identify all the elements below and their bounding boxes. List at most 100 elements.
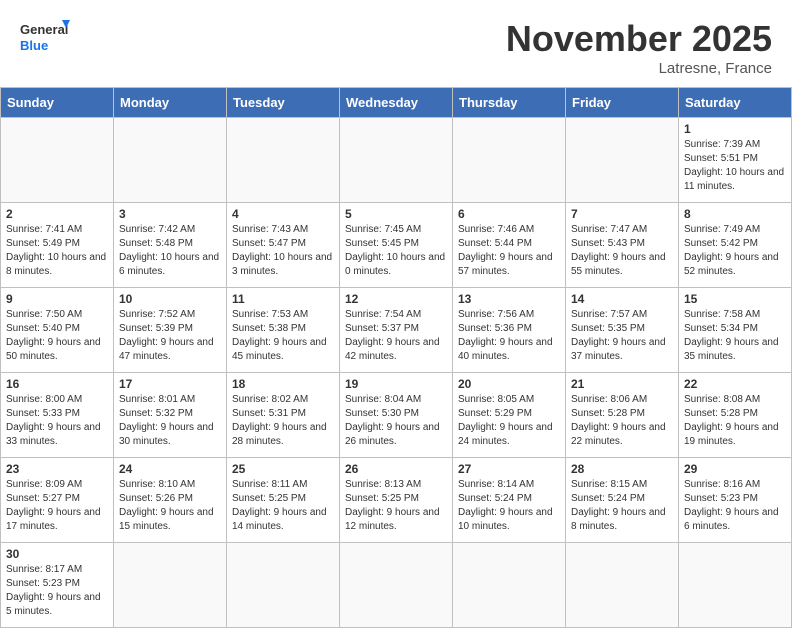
location-subtitle: Latresne, France <box>506 60 772 77</box>
calendar-cell <box>566 118 679 203</box>
day-info: Sunrise: 8:01 AMSunset: 5:32 PMDaylight:… <box>119 393 221 449</box>
calendar-cell: 9Sunrise: 7:50 AMSunset: 5:40 PMDaylight… <box>1 288 114 373</box>
day-info: Sunrise: 7:39 AMSunset: 5:51 PMDaylight:… <box>684 138 786 194</box>
day-number: 2 <box>6 207 108 221</box>
calendar-cell: 21 Sunrise: 8:06 AMSunset: 5:28 PMDayligh… <box>566 373 679 458</box>
logo: General Blue <box>20 18 70 58</box>
calendar-week-row: 23 Sunrise: 8:09 AMSunset: 5:27 PMDayligh… <box>1 458 792 543</box>
day-number: 27 <box>458 462 560 476</box>
calendar-cell <box>340 543 453 628</box>
day-of-week-header: Friday <box>566 88 679 118</box>
calendar-cell: 5 Sunrise: 7:45 AMSunset: 5:45 PMDaylight… <box>340 203 453 288</box>
day-info: Sunrise: 8:06 AMSunset: 5:28 PMDaylight:… <box>571 393 673 449</box>
day-of-week-header: Saturday <box>679 88 792 118</box>
calendar-cell: 2 Sunrise: 7:41 AMSunset: 5:49 PMDaylight… <box>1 203 114 288</box>
day-number: 24 <box>119 462 221 476</box>
day-number: 15 <box>684 292 786 306</box>
day-info: Sunrise: 7:54 AMSunset: 5:37 PMDaylight:… <box>345 308 447 364</box>
day-number: 10 <box>119 292 221 306</box>
day-of-week-header: Wednesday <box>340 88 453 118</box>
day-number: 4 <box>232 207 334 221</box>
calendar-cell <box>566 543 679 628</box>
day-info: Sunrise: 7:49 AMSunset: 5:42 PMDaylight:… <box>684 223 786 279</box>
day-info: Sunrise: 8:09 AMSunset: 5:27 PMDaylight:… <box>6 478 108 534</box>
calendar-cell <box>453 543 566 628</box>
day-info: Sunrise: 7:45 AMSunset: 5:45 PMDaylight:… <box>345 223 447 279</box>
day-info: Sunrise: 7:46 AMSunset: 5:44 PMDaylight:… <box>458 223 560 279</box>
day-info: Sunrise: 7:41 AMSunset: 5:49 PMDaylight:… <box>6 223 108 279</box>
calendar-cell <box>1 118 114 203</box>
calendar-cell: 13 Sunrise: 7:56 AMSunset: 5:36 PMDayligh… <box>453 288 566 373</box>
day-number: 6 <box>458 207 560 221</box>
day-number: 23 <box>6 462 108 476</box>
day-of-week-header: Monday <box>114 88 227 118</box>
day-info: Sunrise: 7:53 AMSunset: 5:38 PMDaylight:… <box>232 308 334 364</box>
day-info: Sunrise: 8:02 AMSunset: 5:31 PMDaylight:… <box>232 393 334 449</box>
calendar-cell: 6 Sunrise: 7:46 AMSunset: 5:44 PMDaylight… <box>453 203 566 288</box>
day-info: Sunrise: 8:16 AMSunset: 5:23 PMDaylight:… <box>684 478 786 534</box>
day-info: Sunrise: 7:56 AMSunset: 5:36 PMDaylight:… <box>458 308 560 364</box>
calendar-cell: 4 Sunrise: 7:43 AMSunset: 5:47 PMDaylight… <box>227 203 340 288</box>
day-number: 21 <box>571 377 673 391</box>
calendar-cell: 28Sunrise: 8:15 AMSunset: 5:24 PMDayligh… <box>566 458 679 543</box>
day-info: Sunrise: 7:43 AMSunset: 5:47 PMDaylight:… <box>232 223 334 279</box>
day-info: Sunrise: 8:00 AMSunset: 5:33 PMDaylight:… <box>6 393 108 449</box>
calendar-cell: 27 Sunrise: 8:14 AMSunset: 5:24 PMDayligh… <box>453 458 566 543</box>
calendar-cell: 26Sunrise: 8:13 AMSunset: 5:25 PMDayligh… <box>340 458 453 543</box>
day-of-week-header: Tuesday <box>227 88 340 118</box>
day-number: 3 <box>119 207 221 221</box>
day-info: Sunrise: 7:47 AMSunset: 5:43 PMDaylight:… <box>571 223 673 279</box>
calendar-cell: 14Sunrise: 7:57 AMSunset: 5:35 PMDayligh… <box>566 288 679 373</box>
day-number: 5 <box>345 207 447 221</box>
calendar-cell: 8 Sunrise: 7:49 AMSunset: 5:42 PMDaylight… <box>679 203 792 288</box>
day-number: 28 <box>571 462 673 476</box>
day-info: Sunrise: 8:04 AMSunset: 5:30 PMDaylight:… <box>345 393 447 449</box>
calendar-cell: 24 Sunrise: 8:10 AMSunset: 5:26 PMDayligh… <box>114 458 227 543</box>
days-of-week-row: SundayMondayTuesdayWednesdayThursdayFrid… <box>1 88 792 118</box>
day-info: Sunrise: 8:10 AMSunset: 5:26 PMDaylight:… <box>119 478 221 534</box>
calendar-week-row: 9Sunrise: 7:50 AMSunset: 5:40 PMDaylight… <box>1 288 792 373</box>
day-number: 8 <box>684 207 786 221</box>
calendar-week-row: 1 Sunrise: 7:39 AMSunset: 5:51 PMDaylight… <box>1 118 792 203</box>
calendar-cell: 12Sunrise: 7:54 AMSunset: 5:37 PMDayligh… <box>340 288 453 373</box>
day-number: 19 <box>345 377 447 391</box>
calendar-cell: 1 Sunrise: 7:39 AMSunset: 5:51 PMDaylight… <box>679 118 792 203</box>
day-number: 30 <box>6 547 108 561</box>
calendar-table: SundayMondayTuesdayWednesdayThursdayFrid… <box>0 87 792 628</box>
day-number: 14 <box>571 292 673 306</box>
calendar-cell <box>227 118 340 203</box>
calendar-cell: 23 Sunrise: 8:09 AMSunset: 5:27 PMDayligh… <box>1 458 114 543</box>
day-info: Sunrise: 8:05 AMSunset: 5:29 PMDaylight:… <box>458 393 560 449</box>
calendar-cell: 30 Sunrise: 8:17 AMSunset: 5:23 PMDayligh… <box>1 543 114 628</box>
day-number: 25 <box>232 462 334 476</box>
day-info: Sunrise: 8:14 AMSunset: 5:24 PMDaylight:… <box>458 478 560 534</box>
day-of-week-header: Sunday <box>1 88 114 118</box>
calendar-cell: 16Sunrise: 8:00 AMSunset: 5:33 PMDayligh… <box>1 373 114 458</box>
day-info: Sunrise: 8:08 AMSunset: 5:28 PMDaylight:… <box>684 393 786 449</box>
calendar-cell: 10 Sunrise: 7:52 AMSunset: 5:39 PMDayligh… <box>114 288 227 373</box>
day-info: Sunrise: 8:11 AMSunset: 5:25 PMDaylight:… <box>232 478 334 534</box>
day-number: 22 <box>684 377 786 391</box>
svg-text:General: General <box>20 22 68 37</box>
calendar-cell: 20Sunrise: 8:05 AMSunset: 5:29 PMDayligh… <box>453 373 566 458</box>
month-year-title: November 2025 <box>506 18 772 60</box>
calendar-week-row: 2 Sunrise: 7:41 AMSunset: 5:49 PMDaylight… <box>1 203 792 288</box>
day-info: Sunrise: 7:58 AMSunset: 5:34 PMDaylight:… <box>684 308 786 364</box>
day-info: Sunrise: 8:17 AMSunset: 5:23 PMDaylight:… <box>6 563 108 619</box>
calendar-cell: 18Sunrise: 8:02 AMSunset: 5:31 PMDayligh… <box>227 373 340 458</box>
day-number: 1 <box>684 122 786 136</box>
calendar-week-row: 16Sunrise: 8:00 AMSunset: 5:33 PMDayligh… <box>1 373 792 458</box>
day-number: 29 <box>684 462 786 476</box>
day-number: 13 <box>458 292 560 306</box>
calendar-cell: 15 Sunrise: 7:58 AMSunset: 5:34 PMDayligh… <box>679 288 792 373</box>
calendar-cell: 7Sunrise: 7:47 AMSunset: 5:43 PMDaylight… <box>566 203 679 288</box>
calendar-cell <box>114 543 227 628</box>
calendar-week-row: 30 Sunrise: 8:17 AMSunset: 5:23 PMDayligh… <box>1 543 792 628</box>
calendar-cell: 29 Sunrise: 8:16 AMSunset: 5:23 PMDayligh… <box>679 458 792 543</box>
day-info: Sunrise: 7:50 AMSunset: 5:40 PMDaylight:… <box>6 308 108 364</box>
calendar-cell <box>453 118 566 203</box>
calendar-cell: 3Sunrise: 7:42 AMSunset: 5:48 PMDaylight… <box>114 203 227 288</box>
calendar-cell <box>114 118 227 203</box>
day-info: Sunrise: 7:52 AMSunset: 5:39 PMDaylight:… <box>119 308 221 364</box>
calendar-cell: 11Sunrise: 7:53 AMSunset: 5:38 PMDayligh… <box>227 288 340 373</box>
